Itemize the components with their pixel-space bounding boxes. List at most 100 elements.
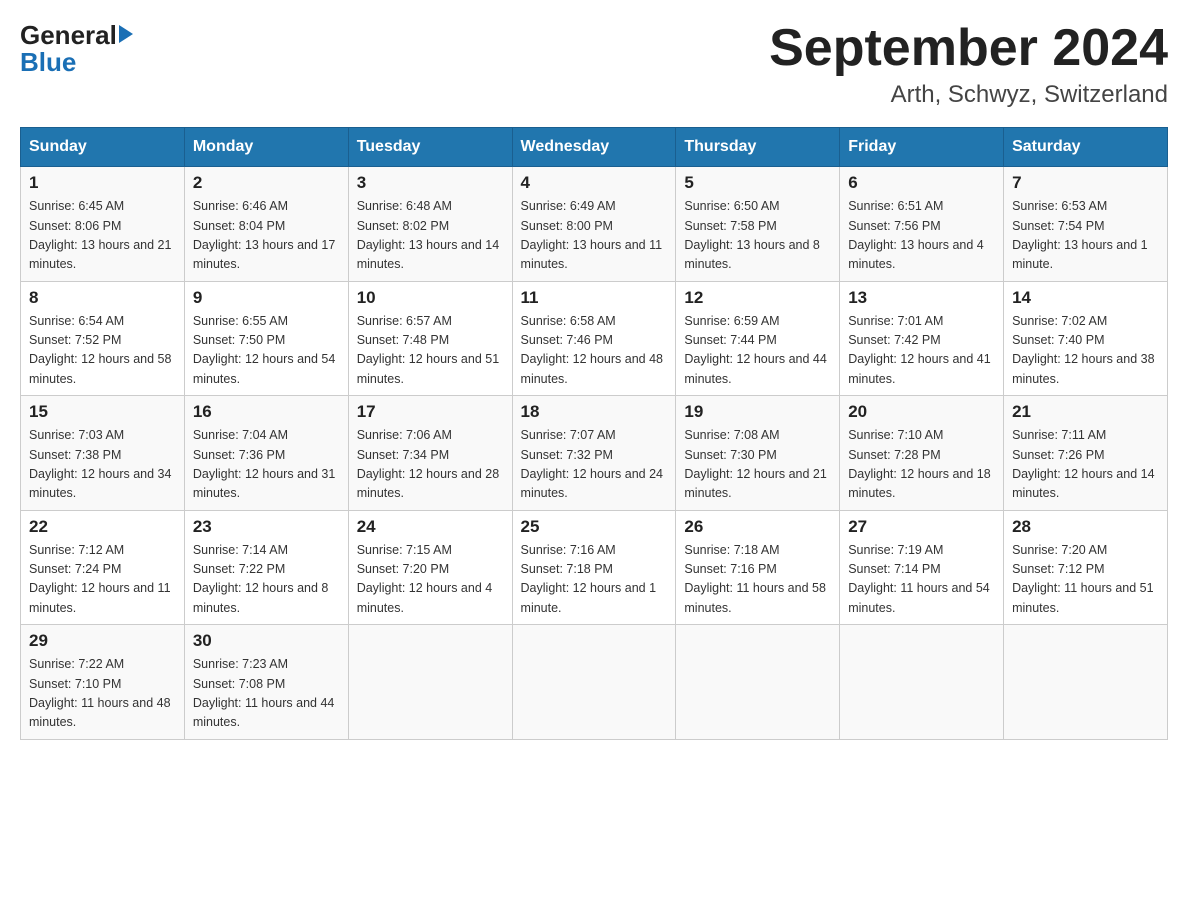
calendar-cell: 4 Sunrise: 6:49 AMSunset: 8:00 PMDaylight… <box>512 167 676 282</box>
calendar-cell: 15 Sunrise: 7:03 AMSunset: 7:38 PMDayligh… <box>21 396 185 511</box>
calendar-cell: 7 Sunrise: 6:53 AMSunset: 7:54 PMDaylight… <box>1004 167 1168 282</box>
day-number: 24 <box>357 517 504 537</box>
day-number: 5 <box>684 173 831 193</box>
calendar-week-row: 22 Sunrise: 7:12 AMSunset: 7:24 PMDayligh… <box>21 510 1168 625</box>
calendar-cell: 5Sunrise: 6:50 AMSunset: 7:58 PMDaylight… <box>676 167 840 282</box>
calendar-cell: 10Sunrise: 6:57 AMSunset: 7:48 PMDayligh… <box>348 281 512 396</box>
day-info: Sunrise: 6:49 AMSunset: 8:00 PMDaylight:… <box>521 197 668 275</box>
calendar-cell: 30 Sunrise: 7:23 AMSunset: 7:08 PMDayligh… <box>184 625 348 740</box>
calendar-week-row: 1 Sunrise: 6:45 AMSunset: 8:06 PMDaylight… <box>21 167 1168 282</box>
calendar-cell: 18 Sunrise: 7:07 AMSunset: 7:32 PMDayligh… <box>512 396 676 511</box>
day-info: Sunrise: 6:48 AMSunset: 8:02 PMDaylight:… <box>357 197 504 275</box>
logo-blue: Blue <box>20 47 76 78</box>
logo-arrow-icon <box>119 25 133 43</box>
day-info: Sunrise: 7:03 AMSunset: 7:38 PMDaylight:… <box>29 426 176 504</box>
day-number: 15 <box>29 402 176 422</box>
calendar-cell: 25 Sunrise: 7:16 AMSunset: 7:18 PMDayligh… <box>512 510 676 625</box>
day-info: Sunrise: 6:51 AMSunset: 7:56 PMDaylight:… <box>848 197 995 275</box>
day-info: Sunrise: 6:54 AMSunset: 7:52 PMDaylight:… <box>29 312 176 390</box>
day-info: Sunrise: 7:12 AMSunset: 7:24 PMDaylight:… <box>29 541 176 619</box>
day-number: 2 <box>193 173 340 193</box>
calendar-cell: 29 Sunrise: 7:22 AMSunset: 7:10 PMDayligh… <box>21 625 185 740</box>
calendar-cell: 20 Sunrise: 7:10 AMSunset: 7:28 PMDayligh… <box>840 396 1004 511</box>
day-info: Sunrise: 6:58 AMSunset: 7:46 PMDaylight:… <box>521 312 668 390</box>
day-number: 27 <box>848 517 995 537</box>
day-number: 14 <box>1012 288 1159 308</box>
day-number: 18 <box>521 402 668 422</box>
day-number: 25 <box>521 517 668 537</box>
calendar-cell: 23 Sunrise: 7:14 AMSunset: 7:22 PMDayligh… <box>184 510 348 625</box>
day-number: 28 <box>1012 517 1159 537</box>
day-number: 30 <box>193 631 340 651</box>
day-number: 29 <box>29 631 176 651</box>
day-info: Sunrise: 7:14 AMSunset: 7:22 PMDaylight:… <box>193 541 340 619</box>
day-info: Sunrise: 6:55 AMSunset: 7:50 PMDaylight:… <box>193 312 340 390</box>
day-number: 17 <box>357 402 504 422</box>
day-info: Sunrise: 6:57 AMSunset: 7:48 PMDaylight:… <box>357 312 504 390</box>
day-number: 1 <box>29 173 176 193</box>
day-info: Sunrise: 7:20 AMSunset: 7:12 PMDaylight:… <box>1012 541 1159 619</box>
calendar-table: SundayMondayTuesdayWednesdayThursdayFrid… <box>20 127 1168 740</box>
page-header: General Blue September 2024 Arth, Schwyz… <box>20 20 1168 109</box>
calendar-cell: 17 Sunrise: 7:06 AMSunset: 7:34 PMDayligh… <box>348 396 512 511</box>
day-number: 11 <box>521 288 668 308</box>
calendar-cell: 24 Sunrise: 7:15 AMSunset: 7:20 PMDayligh… <box>348 510 512 625</box>
calendar-cell: 11 Sunrise: 6:58 AMSunset: 7:46 PMDayligh… <box>512 281 676 396</box>
day-number: 6 <box>848 173 995 193</box>
calendar-cell <box>1004 625 1168 740</box>
day-number: 19 <box>684 402 831 422</box>
day-info: Sunrise: 6:53 AMSunset: 7:54 PMDaylight:… <box>1012 197 1159 275</box>
calendar-cell: 27Sunrise: 7:19 AMSunset: 7:14 PMDayligh… <box>840 510 1004 625</box>
day-info: Sunrise: 7:06 AMSunset: 7:34 PMDaylight:… <box>357 426 504 504</box>
day-number: 26 <box>684 517 831 537</box>
day-info: Sunrise: 7:15 AMSunset: 7:20 PMDaylight:… <box>357 541 504 619</box>
location-title: Arth, Schwyz, Switzerland <box>769 81 1168 109</box>
day-number: 20 <box>848 402 995 422</box>
day-info: Sunrise: 7:16 AMSunset: 7:18 PMDaylight:… <box>521 541 668 619</box>
calendar-cell: 19Sunrise: 7:08 AMSunset: 7:30 PMDayligh… <box>676 396 840 511</box>
day-number: 12 <box>684 288 831 308</box>
day-number: 23 <box>193 517 340 537</box>
day-number: 22 <box>29 517 176 537</box>
day-info: Sunrise: 7:18 AMSunset: 7:16 PMDaylight:… <box>684 541 831 619</box>
calendar-cell: 16Sunrise: 7:04 AMSunset: 7:36 PMDayligh… <box>184 396 348 511</box>
col-header-saturday: Saturday <box>1004 128 1168 167</box>
day-number: 8 <box>29 288 176 308</box>
col-header-thursday: Thursday <box>676 128 840 167</box>
month-title: September 2024 <box>769 20 1168 77</box>
day-info: Sunrise: 7:22 AMSunset: 7:10 PMDaylight:… <box>29 655 176 733</box>
calendar-cell <box>348 625 512 740</box>
calendar-cell: 2 Sunrise: 6:46 AMSunset: 8:04 PMDaylight… <box>184 167 348 282</box>
calendar-cell: 14 Sunrise: 7:02 AMSunset: 7:40 PMDayligh… <box>1004 281 1168 396</box>
col-header-wednesday: Wednesday <box>512 128 676 167</box>
calendar-cell <box>512 625 676 740</box>
day-info: Sunrise: 7:07 AMSunset: 7:32 PMDaylight:… <box>521 426 668 504</box>
calendar-cell: 3Sunrise: 6:48 AMSunset: 8:02 PMDaylight… <box>348 167 512 282</box>
title-block: September 2024 Arth, Schwyz, Switzerland <box>769 20 1168 109</box>
day-info: Sunrise: 6:59 AMSunset: 7:44 PMDaylight:… <box>684 312 831 390</box>
day-info: Sunrise: 7:04 AMSunset: 7:36 PMDaylight:… <box>193 426 340 504</box>
calendar-cell: 22 Sunrise: 7:12 AMSunset: 7:24 PMDayligh… <box>21 510 185 625</box>
day-number: 9 <box>193 288 340 308</box>
calendar-cell: 1 Sunrise: 6:45 AMSunset: 8:06 PMDaylight… <box>21 167 185 282</box>
day-number: 7 <box>1012 173 1159 193</box>
day-info: Sunrise: 7:02 AMSunset: 7:40 PMDaylight:… <box>1012 312 1159 390</box>
day-info: Sunrise: 7:23 AMSunset: 7:08 PMDaylight:… <box>193 655 340 733</box>
col-header-monday: Monday <box>184 128 348 167</box>
calendar-week-row: 8 Sunrise: 6:54 AMSunset: 7:52 PMDaylight… <box>21 281 1168 396</box>
col-header-tuesday: Tuesday <box>348 128 512 167</box>
calendar-cell: 28 Sunrise: 7:20 AMSunset: 7:12 PMDayligh… <box>1004 510 1168 625</box>
calendar-cell: 12 Sunrise: 6:59 AMSunset: 7:44 PMDayligh… <box>676 281 840 396</box>
col-header-friday: Friday <box>840 128 1004 167</box>
day-number: 4 <box>521 173 668 193</box>
calendar-cell: 8 Sunrise: 6:54 AMSunset: 7:52 PMDaylight… <box>21 281 185 396</box>
calendar-cell: 21Sunrise: 7:11 AMSunset: 7:26 PMDayligh… <box>1004 396 1168 511</box>
logo: General Blue <box>20 20 133 78</box>
calendar-header-row: SundayMondayTuesdayWednesdayThursdayFrid… <box>21 128 1168 167</box>
day-info: Sunrise: 7:10 AMSunset: 7:28 PMDaylight:… <box>848 426 995 504</box>
day-info: Sunrise: 7:11 AMSunset: 7:26 PMDaylight:… <box>1012 426 1159 504</box>
day-info: Sunrise: 6:46 AMSunset: 8:04 PMDaylight:… <box>193 197 340 275</box>
calendar-cell <box>676 625 840 740</box>
day-info: Sunrise: 6:45 AMSunset: 8:06 PMDaylight:… <box>29 197 176 275</box>
day-number: 13 <box>848 288 995 308</box>
